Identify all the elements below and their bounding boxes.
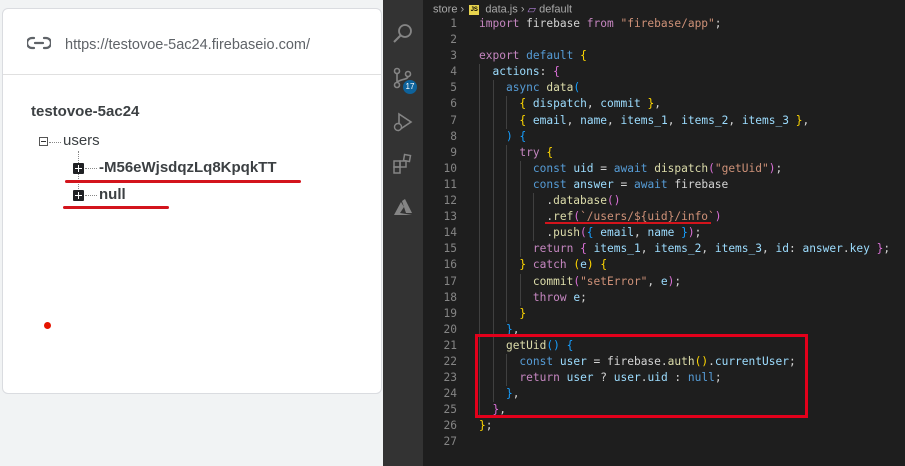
annotation-underline (63, 206, 169, 209)
expand-icon[interactable] (73, 163, 84, 174)
tree-connector (49, 142, 61, 143)
annotation-underline (545, 222, 711, 224)
line-number: 21 (443, 338, 457, 352)
line-number: 6 (450, 97, 457, 111)
line-number: 8 (450, 129, 457, 143)
tree-node-key[interactable]: null (99, 186, 126, 203)
code-text: commit("setError", e); (532, 274, 682, 288)
line-number: 5 (450, 81, 457, 95)
code-line[interactable]: 26}; (423, 418, 905, 434)
line-number: 14 (443, 226, 457, 240)
code-text: const uid = await dispatch("getUid"); (532, 161, 783, 175)
code-text: .database() (479, 194, 621, 208)
line-number: 1 (450, 17, 457, 30)
code-line[interactable]: 6 { dispatch, commit }, (423, 96, 905, 113)
activity-bar: 17 (383, 0, 423, 466)
code-line[interactable]: 2 (423, 32, 905, 48)
line-number: 23 (443, 371, 457, 385)
line-number: 9 (450, 145, 457, 159)
line-number: 20 (443, 322, 457, 336)
code-line[interactable]: 17 commit("setError", e); (423, 273, 905, 290)
line-number: 26 (443, 419, 457, 433)
code-line[interactable]: 12 .database() (423, 193, 905, 210)
search-icon[interactable] (391, 22, 415, 46)
collapse-icon[interactable] (39, 137, 48, 146)
code-line[interactable]: 11 const answer = await firebase (423, 176, 905, 194)
code-line[interactable]: 15 return { items_1, items_2, items_3, i… (423, 241, 905, 258)
line-number: 22 (443, 354, 457, 368)
code-line[interactable]: 18 throw e; (423, 289, 905, 306)
notification-badge: 17 (403, 80, 417, 94)
code-text: } (519, 306, 527, 320)
database-url-bar: https://testovoe-5ac24.firebaseio.com/ (3, 9, 381, 75)
tree-root-key[interactable]: testovoe-5ac24 (31, 103, 139, 120)
line-number: 24 (443, 387, 457, 401)
code-text: const answer = await firebase (532, 177, 729, 191)
code-line[interactable]: 8 ) { (423, 128, 905, 145)
code-line[interactable]: 4 actions: { (423, 64, 905, 81)
line-number: 27 (443, 435, 457, 449)
line-number: 2 (450, 33, 457, 47)
code-line[interactable]: 9 try { (423, 144, 905, 161)
tree-users-key[interactable]: users (63, 132, 100, 149)
run-debug-icon[interactable] (391, 110, 415, 134)
database-card: https://testovoe-5ac24.firebaseio.com/ t… (2, 8, 382, 394)
code-line[interactable]: 19 } (423, 305, 905, 322)
code-line[interactable]: 16 } catch (e) { (423, 257, 905, 274)
code-text: .push({ email, name }); (479, 226, 702, 240)
extensions-icon[interactable] (391, 152, 415, 176)
breadcrumb: store › JS data.js › ▱ default (433, 3, 572, 17)
code-text: import firebase from "firebase/app"; (479, 17, 722, 30)
line-number: 11 (443, 177, 457, 191)
code-text: export default { (479, 49, 587, 63)
line-number: 17 (443, 274, 457, 288)
code-line[interactable]: 10 const uid = await dispatch("getUid"); (423, 160, 905, 177)
line-number: 13 (443, 210, 457, 224)
firebase-console-panel: https://testovoe-5ac24.firebaseio.com/ t… (0, 0, 383, 466)
line-number: 18 (443, 290, 457, 304)
line-number: 12 (443, 194, 457, 208)
expand-icon[interactable] (73, 190, 84, 201)
azure-icon[interactable] (391, 196, 415, 220)
code-line[interactable]: 1 import firebase from "firebase/app"; (423, 16, 905, 32)
tree-connector (85, 168, 97, 169)
code-line[interactable]: 3 export default { (423, 48, 905, 64)
annotation-highlight-box (475, 334, 808, 418)
code-text: { email, name, items_1, items_2, items_3… (519, 113, 810, 127)
code-line[interactable]: 5 async data( (423, 80, 905, 97)
code-text: try { (519, 145, 554, 159)
breadcrumb-item[interactable]: data.js (485, 4, 517, 16)
line-number: 3 (450, 49, 457, 63)
code-line[interactable]: 14 .push({ email, name }); (423, 225, 905, 242)
code-text: ) { (505, 129, 527, 143)
line-number: 7 (450, 113, 457, 127)
code-text: return { items_1, items_2, items_3, id: … (532, 242, 891, 256)
breadcrumb-item[interactable]: default (539, 4, 572, 16)
line-number: 10 (443, 161, 457, 175)
breakpoint-icon[interactable] (44, 322, 51, 329)
line-number: 25 (443, 403, 457, 417)
cube-icon: ▱ (527, 4, 537, 16)
code-text: throw e; (532, 290, 587, 304)
breadcrumb-item[interactable]: store (433, 4, 457, 16)
code-line[interactable]: 27 (423, 434, 905, 450)
code-text: { dispatch, commit }, (519, 97, 661, 111)
line-number: 19 (443, 306, 457, 320)
code-text: }; (479, 419, 493, 433)
chevron-right-icon: › (460, 3, 465, 16)
chevron-right-icon: › (520, 3, 525, 16)
code-text: async data( (505, 81, 581, 95)
tree-connector (85, 195, 97, 196)
link-icon[interactable] (27, 36, 51, 50)
code-text: actions: { (492, 65, 560, 79)
annotation-underline (65, 180, 301, 183)
line-number: 16 (443, 258, 457, 272)
code-line[interactable]: 7 { email, name, items_1, items_2, items… (423, 112, 905, 129)
javascript-file-icon: JS (469, 4, 480, 15)
code-text: } catch (e) { (519, 258, 608, 272)
database-url[interactable]: https://testovoe-5ac24.firebaseio.com/ (65, 37, 310, 53)
line-number: 15 (443, 242, 457, 256)
tree-node-key[interactable]: -M56eWjsdqzLq8KpqkTT (99, 159, 277, 176)
line-number: 4 (450, 65, 457, 79)
